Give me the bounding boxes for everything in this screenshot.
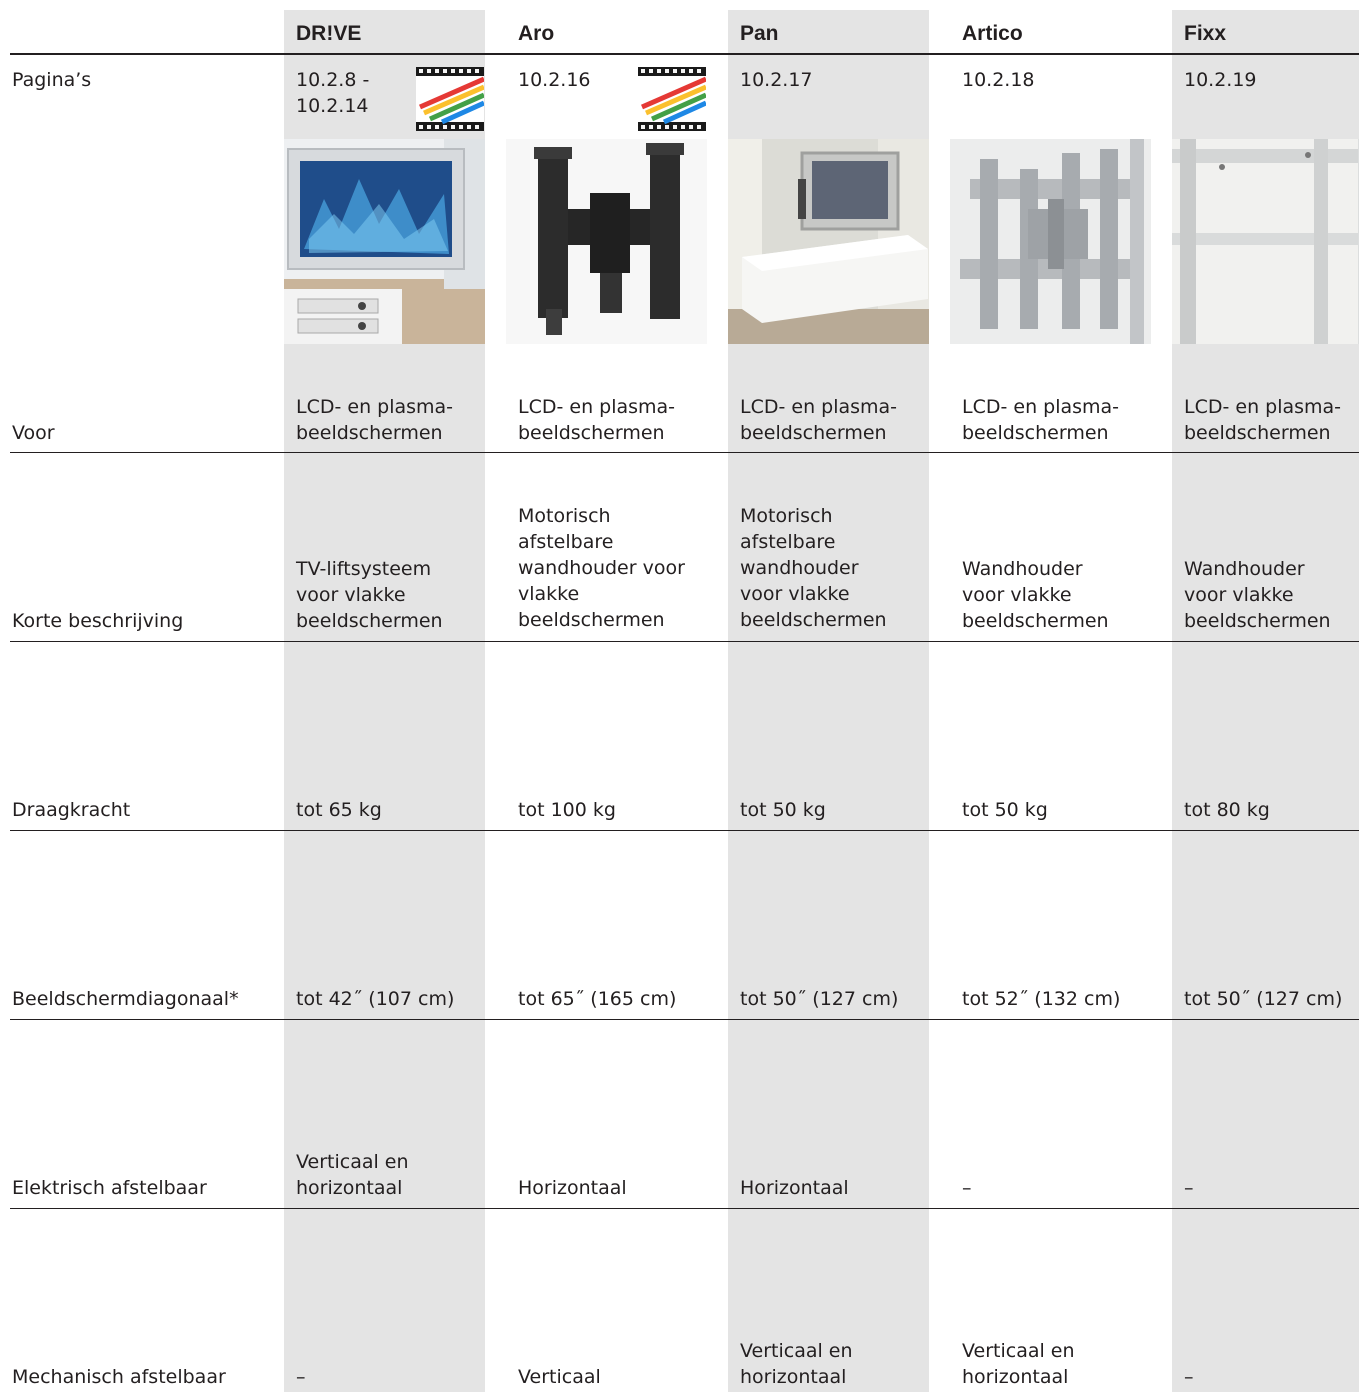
voor-pan: LCD- en plasma- beeldschermen xyxy=(740,396,898,444)
beschrijving-artico: Wandhouder voor vlakke beeldschermen xyxy=(962,558,1109,632)
diagonaal-aro: tot 65˝ (165 cm) xyxy=(518,988,677,1010)
row-rule xyxy=(10,641,1359,642)
diagonaal-pan: tot 50˝ (127 cm) xyxy=(740,988,899,1010)
column-header-fixx: Fixx xyxy=(1184,22,1227,45)
mechanisch-aro: Verticaal xyxy=(518,1366,601,1388)
beschrijving-drive: TV-liftsysteem voor vlakke beeldschermen xyxy=(296,558,443,632)
header-rule xyxy=(10,53,1359,55)
elektrisch-aro: Horizontaal xyxy=(518,1177,627,1199)
mechanisch-fixx: – xyxy=(1184,1366,1194,1388)
voor-fixx: LCD- en plasma- beeldschermen xyxy=(1184,396,1342,444)
film-strip-icon[interactable] xyxy=(416,67,484,131)
mechanisch-artico: Verticaal en horizontaal xyxy=(962,1340,1075,1388)
mechanisch-pan: Verticaal en horizontaal xyxy=(740,1340,853,1388)
draagkracht-aro: tot 100 kg xyxy=(518,799,616,821)
beschrijving-aro: Motorisch afstelbare wandhouder voor vla… xyxy=(518,505,685,631)
pages-drive: 10.2.8 - 10.2.14 xyxy=(296,69,370,117)
column-header-artico: Artico xyxy=(962,22,1023,45)
draagkracht-fixx: tot 80 kg xyxy=(1184,799,1270,821)
row-rule xyxy=(10,1208,1359,1209)
row-label-elektrisch: Elektrisch afstelbaar xyxy=(12,1177,207,1199)
draagkracht-artico: tot 50 kg xyxy=(962,799,1048,821)
elektrisch-fixx: – xyxy=(1184,1177,1194,1199)
row-label-beschrijving: Korte beschrijving xyxy=(12,610,184,632)
artico-bracket-photo xyxy=(950,139,1151,344)
column-header-aro: Aro xyxy=(518,22,555,45)
row-rule xyxy=(10,452,1359,453)
fixx-wall-rail-photo xyxy=(1172,139,1359,344)
row-rule xyxy=(10,830,1359,831)
diagonaal-fixx: tot 50˝ (127 cm) xyxy=(1184,988,1343,1010)
column-header-drive: DR!VE xyxy=(296,22,362,45)
row-label-diagonaal: Beeldschermdiagonaal* xyxy=(12,988,239,1010)
aro-wall-mount-photo xyxy=(506,139,707,344)
elektrisch-artico: – xyxy=(962,1177,972,1199)
drive-tv-lift-photo xyxy=(284,139,485,344)
voor-drive: LCD- en plasma- beeldschermen xyxy=(296,396,454,444)
pages-aro: 10.2.16 xyxy=(518,69,591,91)
row-label-draagkracht: Draagkracht xyxy=(12,799,131,821)
beschrijving-pan: Motorisch afstelbare wandhouder voor vla… xyxy=(740,505,887,631)
diagonaal-drive: tot 42˝ (107 cm) xyxy=(296,988,455,1010)
draagkracht-pan: tot 50 kg xyxy=(740,799,826,821)
pan-tv-cabinet-photo xyxy=(728,139,929,344)
film-strip-icon[interactable] xyxy=(638,67,706,131)
voor-aro: LCD- en plasma- beeldschermen xyxy=(518,396,676,444)
elektrisch-pan: Horizontaal xyxy=(740,1177,849,1199)
pages-fixx: 10.2.19 xyxy=(1184,69,1257,91)
pages-artico: 10.2.18 xyxy=(962,69,1035,91)
diagonaal-artico: tot 52˝ (132 cm) xyxy=(962,988,1121,1010)
mechanisch-drive: – xyxy=(296,1366,306,1388)
elektrisch-drive: Verticaal en horizontaal xyxy=(296,1151,409,1199)
row-rule xyxy=(10,1019,1359,1020)
pages-pan: 10.2.17 xyxy=(740,69,813,91)
row-label-voor: Voor xyxy=(12,422,55,444)
column-header-pan: Pan xyxy=(740,22,779,45)
voor-artico: LCD- en plasma- beeldschermen xyxy=(962,396,1120,444)
beschrijving-fixx: Wandhouder voor vlakke beeldschermen xyxy=(1184,558,1331,632)
draagkracht-drive: tot 65 kg xyxy=(296,799,382,821)
row-label-mechanisch: Mechanisch afstelbaar xyxy=(12,1366,226,1388)
row-label-paginas: Pagina’s xyxy=(12,69,92,91)
